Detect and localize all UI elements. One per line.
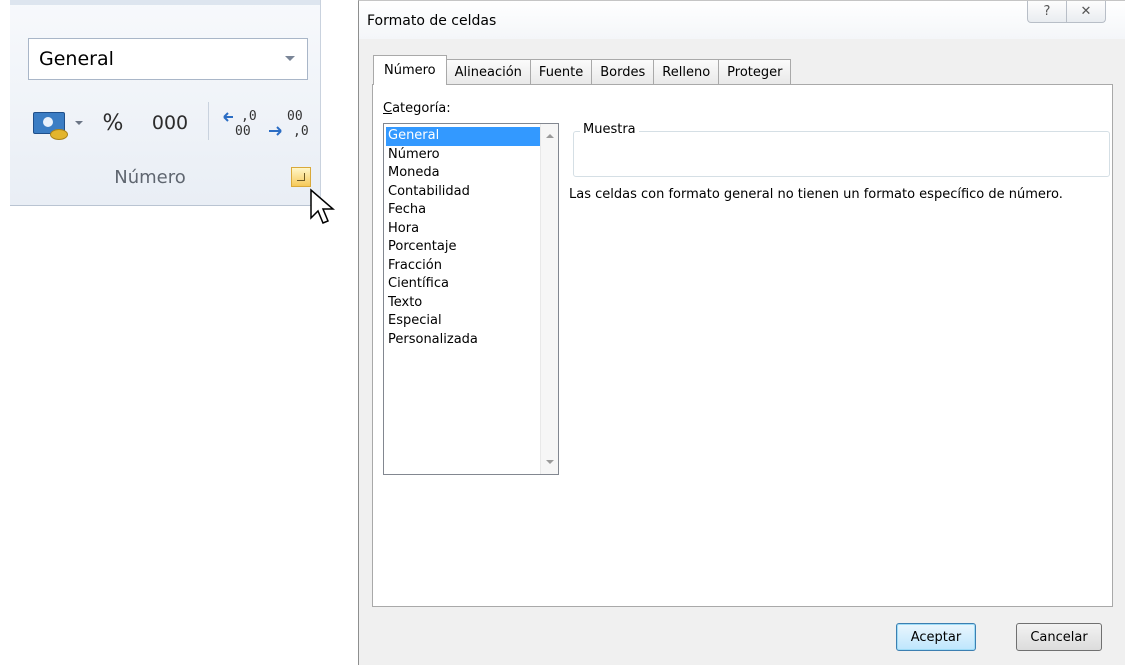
list-item[interactable]: Especial: [386, 312, 542, 331]
category-items: General Número Moneda Contabilidad Fecha…: [386, 127, 542, 349]
category-label-text: ategoría:: [392, 101, 451, 116]
category-listbox[interactable]: General Número Moneda Contabilidad Fecha…: [383, 123, 559, 475]
decrease-decimal-icon: 00 ,0: [269, 109, 309, 139]
increase-decimal-icon: ,0 00: [223, 109, 257, 139]
list-item[interactable]: Porcentaje: [386, 238, 542, 257]
number-format-value: General: [39, 48, 114, 70]
close-button[interactable]: ✕: [1066, 1, 1106, 23]
coin-icon: [50, 129, 68, 140]
accounting-format-button[interactable]: [30, 103, 68, 143]
number-format-combobox[interactable]: General: [28, 38, 308, 80]
ribbon-top-border: [10, 0, 320, 5]
accounting-format-dropdown[interactable]: [72, 103, 86, 143]
tab-panel-numero: Categoría: General Número Moneda Contabi…: [372, 84, 1113, 607]
comma-style-button[interactable]: 000: [140, 103, 200, 143]
decrease-decimal-button[interactable]: 00 ,0: [264, 103, 310, 143]
ribbon-group-label: Número: [114, 167, 186, 188]
increase-decimal-button[interactable]: ,0 00: [220, 103, 262, 143]
tab-fuente[interactable]: Fuente: [529, 59, 593, 85]
svg-text:,0: ,0: [241, 109, 257, 124]
dialog-title: Formato de celdas: [367, 13, 497, 29]
title-buttons: ? ✕: [1027, 1, 1106, 23]
list-item[interactable]: Moneda: [386, 164, 542, 183]
list-item[interactable]: Fracción: [386, 257, 542, 276]
dropdown-arrow-icon: [75, 121, 83, 125]
help-button[interactable]: ?: [1027, 1, 1067, 23]
sample-label: Muestra: [580, 122, 639, 137]
cancel-button[interactable]: Cancelar: [1016, 623, 1102, 651]
category-label: Categoría:: [383, 101, 451, 116]
percent-label: %: [102, 110, 124, 136]
category-description: Las celdas con formato general no tienen…: [569, 187, 1063, 202]
list-item[interactable]: Hora: [386, 220, 542, 239]
tab-proteger[interactable]: Proteger: [718, 59, 792, 85]
scroll-down-icon[interactable]: [546, 460, 554, 464]
thousands-label: 000: [151, 112, 189, 134]
tab-relleno[interactable]: Relleno: [653, 59, 720, 85]
list-item[interactable]: General: [386, 127, 542, 146]
ribbon-number-group: General % 000 ,0 00 00 ,0 Número: [10, 0, 336, 224]
scroll-up-icon[interactable]: [546, 134, 554, 138]
close-icon: ✕: [1080, 4, 1092, 19]
tab-numero[interactable]: Número: [373, 55, 447, 85]
category-scrollbar[interactable]: [540, 124, 558, 474]
dialog-titlebar[interactable]: Formato de celdas ? ✕: [359, 1, 1125, 39]
dialog-launcher-icon[interactable]: [291, 167, 311, 187]
dialog-tabs: Número Alineación Fuente Bordes Relleno …: [373, 55, 792, 85]
ok-button[interactable]: Aceptar: [896, 623, 976, 651]
list-item[interactable]: Fecha: [386, 201, 542, 220]
format-cells-dialog: Formato de celdas ? ✕ Número Alineación …: [358, 0, 1125, 665]
svg-text:,0: ,0: [293, 124, 309, 139]
chevron-down-icon[interactable]: [285, 56, 295, 61]
list-item[interactable]: Personalizada: [386, 331, 542, 350]
ribbon-separator: [208, 102, 209, 140]
tab-bordes[interactable]: Bordes: [591, 59, 655, 85]
sample-groupbox: [573, 131, 1110, 177]
help-icon: ?: [1043, 4, 1051, 19]
category-label-accesskey: C: [383, 101, 393, 116]
svg-text:00: 00: [287, 109, 303, 124]
svg-text:00: 00: [235, 124, 251, 139]
list-item[interactable]: Texto: [386, 294, 542, 313]
list-item[interactable]: Número: [386, 146, 542, 165]
list-item[interactable]: Científica: [386, 275, 542, 294]
list-item[interactable]: Contabilidad: [386, 183, 542, 202]
tab-alineacion[interactable]: Alineación: [445, 59, 531, 85]
percent-style-button[interactable]: %: [92, 103, 134, 143]
mouse-cursor-icon: [310, 188, 336, 224]
